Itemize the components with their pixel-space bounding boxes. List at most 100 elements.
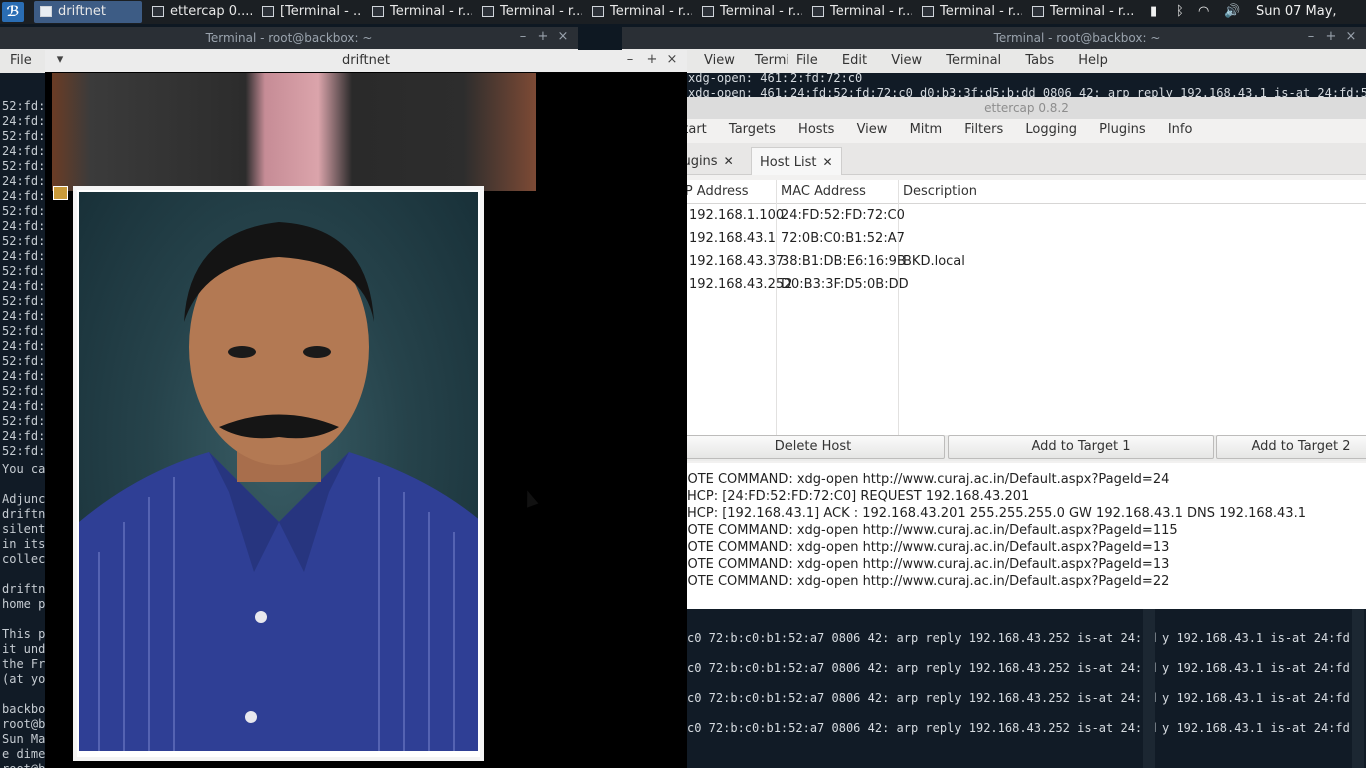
- terminal-output-lower: You ca Adjunc driftn silent in its collec dr…: [2, 462, 46, 768]
- menu-mitm[interactable]: Mitm: [910, 122, 943, 137]
- window-title: driftnet: [45, 50, 687, 72]
- table-row[interactable]: 192.168.1.100 24:FD:52:FD:72:C0: [687, 204, 1366, 227]
- add-target2-button[interactable]: Add to Target 2: [1216, 435, 1366, 459]
- column-description[interactable]: Description: [901, 180, 977, 204]
- task-terminal-8[interactable]: Terminal - r...: [1026, 1, 1138, 23]
- close-icon[interactable]: ×: [1344, 30, 1358, 44]
- menu-plugins[interactable]: Plugins: [1099, 122, 1146, 137]
- maximize-icon[interactable]: +: [1324, 30, 1338, 44]
- terminal-icon: [1032, 6, 1044, 17]
- menu-start[interactable]: Start: [687, 122, 707, 137]
- terminal-line: 24:fd:: [2, 279, 46, 293]
- menu-tabs[interactable]: Tabs: [1025, 53, 1054, 68]
- close-icon[interactable]: ×: [665, 53, 679, 67]
- terminal-icon: [922, 6, 934, 17]
- volume-icon[interactable]: 🔊: [1224, 0, 1240, 24]
- arp-line: c0 72:b:c0:b1:52:a7 0806 42: arp reply 1…: [687, 661, 1157, 675]
- terminal-line: 24:fd:: [2, 174, 46, 188]
- terminal-line: backbo: [2, 702, 46, 716]
- menu-targets[interactable]: Targets: [729, 122, 776, 137]
- app-menu-icon[interactable]: ℬ: [2, 2, 24, 22]
- menu-info[interactable]: Info: [1168, 122, 1193, 137]
- menu-help[interactable]: Help: [1078, 53, 1108, 68]
- tab-plugins[interactable]: Plugins✕: [687, 147, 742, 175]
- terminal-line: it und: [2, 642, 46, 656]
- task-terminal-3[interactable]: Terminal - r...: [476, 1, 582, 23]
- terminal-line: 24:fd:: [2, 189, 46, 203]
- task-terminal-1[interactable]: [Terminal - ...: [256, 1, 362, 23]
- task-terminal-6[interactable]: Terminal - r...: [806, 1, 912, 23]
- menu-view[interactable]: View: [857, 122, 888, 137]
- captured-thumbnail[interactable]: [53, 186, 68, 200]
- close-icon[interactable]: ✕: [724, 154, 734, 168]
- clock[interactable]: Sun 07 May, 10:23: [1256, 0, 1366, 43]
- maximize-icon[interactable]: +: [645, 53, 659, 67]
- terminal-line: 52:fd:: [2, 324, 46, 338]
- host-table: IP Address MAC Address Description 192.1…: [687, 180, 1366, 436]
- menu-filters[interactable]: Filters: [964, 122, 1003, 137]
- minimize-icon[interactable]: –: [1304, 30, 1318, 44]
- arp-line: y 192.168.43.1 is-at 24:fd:: [1162, 631, 1358, 645]
- column-mac[interactable]: MAC Address: [779, 180, 866, 204]
- window-title: Terminal - root@backbox: ~: [0, 27, 578, 49]
- menu-file[interactable]: File: [10, 53, 32, 68]
- table-row[interactable]: 192.168.43.1 72:0B:C0:B1:52:A7: [687, 227, 1366, 250]
- task-driftnet[interactable]: driftnet: [34, 1, 142, 23]
- task-terminal-7[interactable]: Terminal - r...: [916, 1, 1022, 23]
- log-line: DHCP: [192.168.43.1] ACK : 192.168.43.20…: [687, 506, 1306, 521]
- task-ettercap[interactable]: ettercap 0....: [146, 1, 252, 23]
- terminal-line: 52:fd:: [2, 129, 46, 143]
- menu-view[interactable]: View: [704, 53, 735, 68]
- add-target1-button[interactable]: Add to Target 1: [948, 435, 1214, 459]
- table-row[interactable]: 192.168.43.252 D0:B3:3F:D5:0B:DD: [687, 273, 1366, 296]
- terminal-output: 52:fd: 24:fd: 52:fd: 24:fd: 52:fd: 24:fd: 24:f…: [2, 99, 46, 459]
- terminal-line: Sun Ma: [2, 732, 46, 746]
- tab-host-list[interactable]: Host List ✕: [751, 147, 842, 175]
- table-row[interactable]: 192.168.43.37 38:B1:DB:E6:16:9B BKD.local: [687, 250, 1366, 273]
- log-line: DHCP: [24:FD:52:FD:72:C0] REQUEST 192.16…: [687, 489, 1030, 504]
- scrollbar[interactable]: [1352, 609, 1364, 768]
- scrollbar[interactable]: [1143, 609, 1155, 768]
- menu-view[interactable]: View: [891, 53, 922, 68]
- task-terminal-4[interactable]: Terminal - r...: [586, 1, 692, 23]
- log-line: REMOTE COMMAND: xdg-open http://www.cura…: [687, 540, 1170, 555]
- menu-logging[interactable]: Logging: [1025, 122, 1077, 137]
- task-terminal-2[interactable]: Terminal - r...: [366, 1, 472, 23]
- battery-icon[interactable]: ▮: [1150, 0, 1157, 24]
- terminal-line: This p: [2, 627, 46, 641]
- column-ip[interactable]: IP Address: [687, 180, 749, 204]
- terminal-line: (at yo: [2, 672, 46, 686]
- terminal-line: 52:fd:: [2, 99, 46, 113]
- tab-strip: Plugins✕ Host List✕: [687, 143, 1366, 175]
- menu-terminal[interactable]: Terminal: [946, 53, 1001, 68]
- close-icon[interactable]: ✕: [822, 155, 832, 169]
- delete-host-button[interactable]: Delete Host: [687, 435, 945, 459]
- terminal-line: silent: [2, 522, 46, 536]
- window-titlebar: [622, 27, 792, 49]
- bluetooth-icon[interactable]: ᛒ: [1176, 0, 1184, 24]
- terminal-line: e dime: [2, 747, 46, 761]
- terminal-icon: [372, 6, 384, 17]
- arp-line: c0 72:b:c0:b1:52:a7 0806 42: arp reply 1…: [687, 631, 1157, 645]
- captured-portrait[interactable]: [73, 186, 484, 761]
- minimize-icon[interactable]: –: [623, 53, 637, 67]
- terminal-line: driftn: [2, 582, 46, 596]
- window-menu-icon[interactable]: ▾: [53, 53, 67, 67]
- wifi-icon[interactable]: ◠: [1198, 0, 1209, 24]
- close-icon[interactable]: ×: [556, 30, 570, 44]
- menu-hosts[interactable]: Hosts: [798, 122, 834, 137]
- minimize-icon[interactable]: –: [516, 30, 530, 44]
- terminal-icon: [592, 6, 604, 17]
- menu-file[interactable]: File: [796, 53, 818, 68]
- terminal-line: 52:fd:: [2, 354, 46, 368]
- terminal-line: 52:fd:: [2, 384, 46, 398]
- captured-image[interactable]: [52, 73, 536, 191]
- terminal-line: You ca: [2, 462, 46, 476]
- maximize-icon[interactable]: +: [536, 30, 550, 44]
- menu-edit[interactable]: Edit: [842, 53, 867, 68]
- menu-terminal[interactable]: Termin: [755, 53, 792, 68]
- task-terminal-5[interactable]: Terminal - r...: [696, 1, 802, 23]
- terminal-line: the Fr: [2, 657, 46, 671]
